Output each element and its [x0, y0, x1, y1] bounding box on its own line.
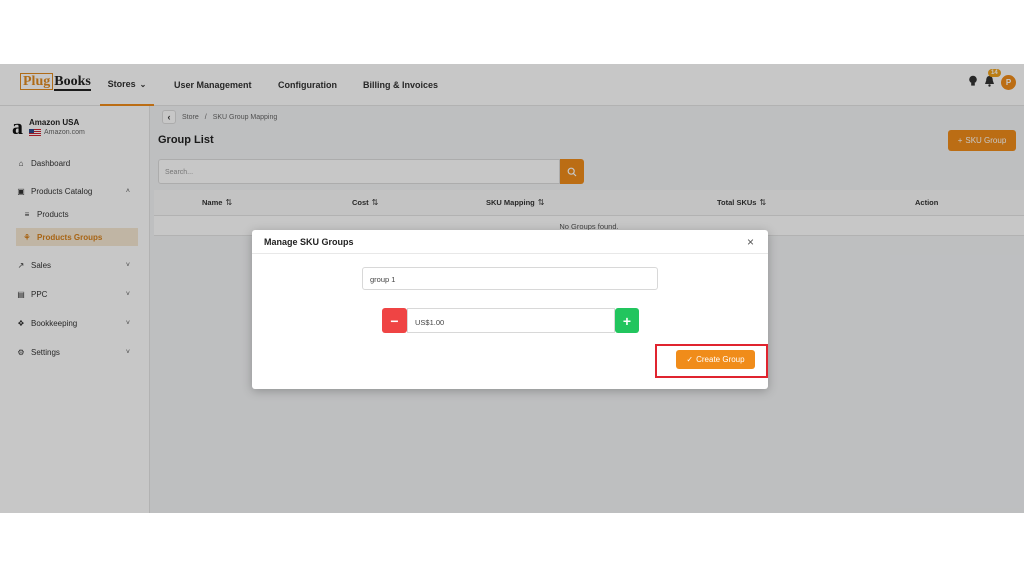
group-name-input[interactable]: group 1	[362, 267, 658, 290]
check-icon: ✓	[686, 355, 694, 364]
remove-cost-button[interactable]: −	[382, 308, 407, 333]
app-frame: Plug Books Stores ⌄ User Management Confi…	[0, 64, 1024, 513]
cost-input[interactable]: US$1.00	[407, 308, 615, 333]
close-icon[interactable]: ×	[747, 235, 754, 249]
manage-sku-groups-modal: Manage SKU Groups × group 1 − US$1.00 + …	[252, 230, 768, 389]
add-cost-button[interactable]: +	[615, 308, 639, 333]
create-group-button[interactable]: ✓ Create Group	[676, 350, 755, 369]
modal-title: Manage SKU Groups	[264, 237, 354, 247]
create-group-label: Create Group	[696, 355, 745, 364]
modal-header: Manage SKU Groups ×	[252, 230, 768, 254]
